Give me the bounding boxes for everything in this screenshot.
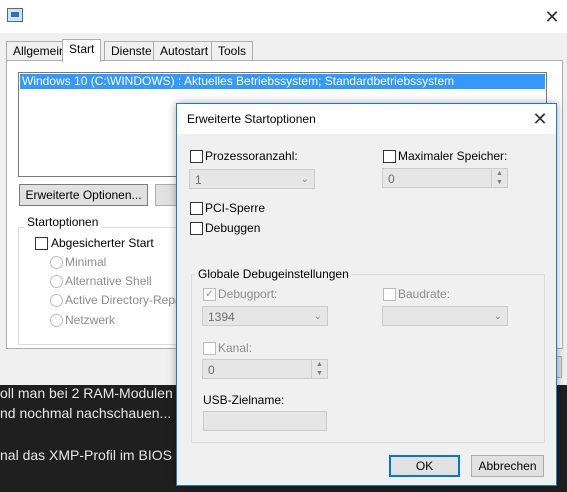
debug-label: Debuggen [205,221,261,235]
debug-settings-label: Globale Debugeinstellungen [195,267,352,281]
forum-text-line: nd nochmal nachschauen... [0,405,172,421]
advanced-options-button[interactable]: Erweiterte Optionen... [19,184,148,206]
baud-rate-label: Baudrate: [398,287,451,301]
list-item[interactable]: Windows 10 (C:\WINDOWS) : Aktuelles Betr… [20,74,545,89]
forum-text-line: nal das XMP-Profil im BIOS [0,447,172,463]
max-memory-checkbox[interactable] [383,150,396,163]
advanced-boot-options-dialog: Erweiterte Startoptionen ✕ Prozessoranza… [176,103,557,486]
close-icon[interactable]: ✕ [540,6,564,28]
alternative-shell-label: Alternative Shell [65,274,152,288]
channel-value: 0 [208,363,215,377]
baud-rate-checkbox[interactable] [383,288,396,301]
minimal-label: Minimal [65,255,107,269]
baud-rate-select[interactable]: ⌄ [382,306,508,326]
max-memory-value: 0 [388,172,395,186]
pci-lock-label: PCI-Sperre [205,201,266,215]
channel-label: Kanal: [218,341,253,355]
pci-lock-checkbox[interactable] [190,202,203,215]
stepper-down-icon[interactable]: ▼ [312,369,327,378]
alternative-shell-radio[interactable] [50,275,63,288]
active-directory-radio[interactable] [50,294,63,307]
network-radio[interactable] [50,314,63,327]
minimal-radio[interactable] [50,256,63,269]
network-label: Netzwerk [65,313,116,327]
debug-port-label: Debugport: [218,287,278,301]
debug-port-value: 1394 [208,310,235,324]
debug-checkbox[interactable] [190,222,203,235]
tab-tools[interactable]: Tools [211,41,254,61]
ok-button[interactable]: OK [389,455,460,477]
dialog-title: Erweiterte Startoptionen [187,112,316,126]
max-memory-stepper[interactable]: 0 ▲ ▼ [382,168,508,188]
processor-count-checkbox[interactable] [190,150,203,163]
safe-boot-label: Abgesicherter Start [51,236,154,250]
processor-count-select[interactable]: 1 ⌄ [189,169,315,189]
safe-boot-checkbox[interactable] [35,237,48,250]
processor-count-label: Prozessoranzahl: [205,149,298,163]
tab-dienste[interactable]: Dienste [104,41,159,61]
processor-count-value: 1 [195,173,202,187]
stepper-down-icon[interactable]: ▼ [492,178,507,187]
cancel-button[interactable]: Abbrechen [471,455,544,477]
channel-stepper[interactable]: 0 ▲ ▼ [202,359,328,379]
boot-options-label: Startoptionen [24,215,102,229]
forum-text-line: oll man bei 2 RAM-Modulen [0,385,173,401]
dialog-title-bar[interactable]: Erweiterte Startoptionen ✕ [177,104,556,134]
debug-port-select[interactable]: 1394 ⌄ [202,306,328,326]
stepper-up-icon[interactable]: ▲ [312,360,327,369]
usb-target-label: USB-Zielname: [203,393,285,407]
active-directory-label: Active Directory-Repara [65,293,193,307]
chevron-down-icon: ⌄ [313,311,322,322]
debug-port-checkbox[interactable]: ✓ [203,288,216,301]
channel-checkbox[interactable] [203,342,216,355]
tab-autostart[interactable]: Autostart [153,41,216,61]
tab-start[interactable]: Start [62,39,102,62]
usb-target-input[interactable] [203,411,327,431]
msconfig-app-icon [7,8,23,22]
chevron-down-icon: ⌄ [300,174,309,185]
stepper-up-icon[interactable]: ▲ [492,169,507,178]
title-bar[interactable]: ✕ [0,0,567,33]
close-icon[interactable]: ✕ [528,107,552,131]
chevron-down-icon: ⌄ [493,311,502,322]
max-memory-label: Maximaler Speicher: [398,149,508,163]
